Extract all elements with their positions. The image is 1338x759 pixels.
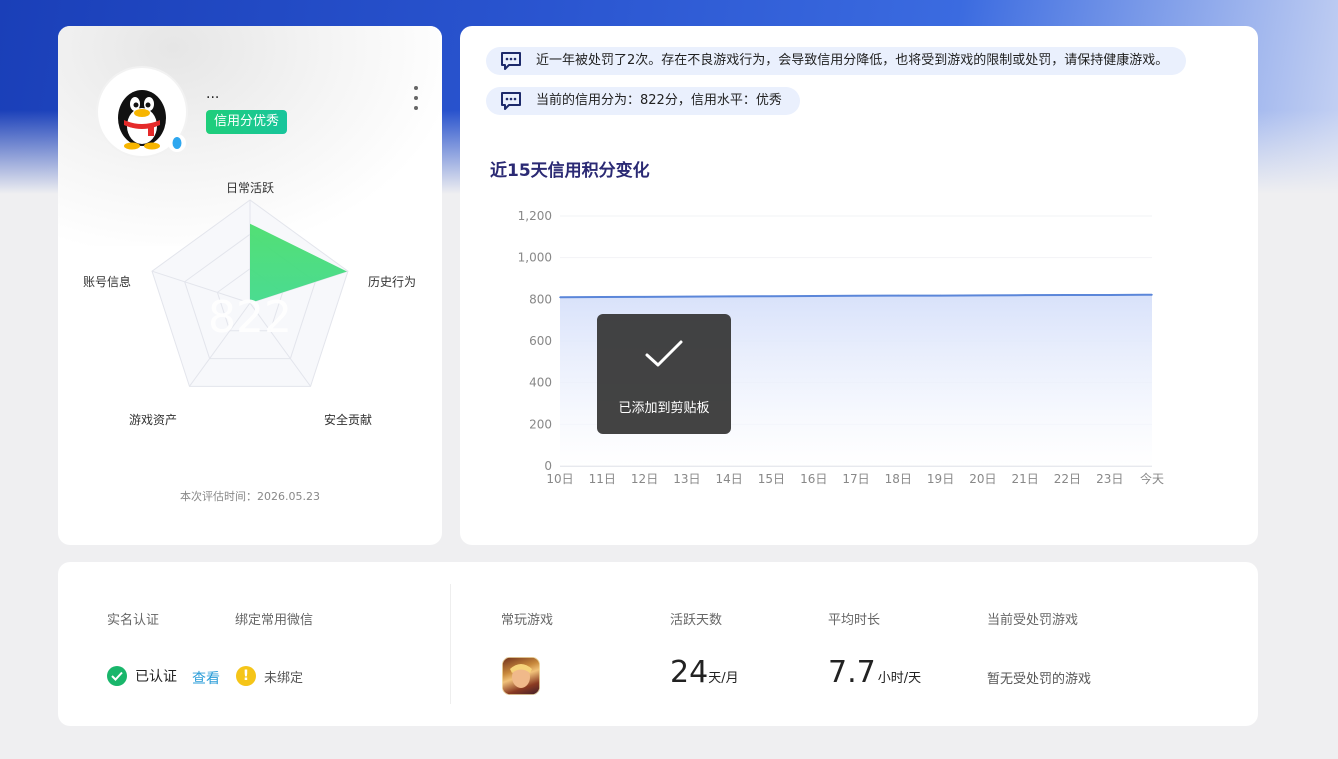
x-tick-label: 10日 (546, 472, 573, 486)
active-days-number: 24 (670, 655, 709, 690)
x-tick-label: 12日 (631, 472, 658, 486)
credit-trend-chart: 0 200 400 600 800 1,000 1,200 10日 11日 12日 13日 14日 15… (518, 209, 1164, 486)
avg-time-label: 平均时长 (828, 613, 881, 628)
warning-icon: ! (236, 666, 256, 686)
data-point (770, 295, 773, 298)
active-days-label: 活跃天数 (670, 613, 723, 628)
data-point (686, 295, 688, 298)
radar-axis-label: 账号信息 (83, 274, 131, 289)
x-tick-label: 16日 (800, 472, 827, 486)
chart-card: 近一年被处罚了2次。存在不良游戏行为，会导致信用分降低，也将受到游戏的限制或处罚… (460, 26, 1258, 545)
x-tick-label: 20日 (969, 472, 996, 486)
active-days-unit: 天/月 (708, 671, 739, 686)
evaluation-time: 本次评估时间：2026.05.23 (180, 490, 320, 503)
active-days-value: 24天/月 (670, 656, 739, 696)
y-tick-label: 800 (529, 292, 552, 306)
qq-badge-icon (168, 134, 186, 152)
wechat-bind-label: 绑定常用微信 (235, 613, 314, 628)
x-tick-label: 19日 (927, 472, 954, 486)
unbound-text: 未绑定 (264, 670, 304, 686)
avg-time-unit: 小时/天 (877, 671, 922, 686)
data-point (939, 294, 942, 297)
avg-time-number: 7.7 (828, 655, 876, 690)
verified-text: 已认证 (135, 669, 177, 685)
divider (450, 584, 451, 704)
x-tick-label: 18日 (885, 472, 912, 486)
y-tick-label: 600 (529, 334, 552, 348)
username: ... (206, 86, 220, 102)
data-point (1024, 294, 1026, 296)
data-point (982, 294, 984, 297)
x-tick-label: 17日 (842, 472, 869, 486)
avg-time-value: 7.7 小时/天 (828, 656, 921, 696)
y-tick-label: 1,000 (518, 251, 552, 265)
radar-axis-label: 历史行为 (368, 275, 416, 289)
data-point (1108, 294, 1111, 296)
data-point (855, 294, 857, 297)
x-tick-label: 13日 (673, 472, 700, 486)
penalty-games-label: 当前受处罚游戏 (987, 613, 1079, 628)
x-tick-label: 23日 (1096, 472, 1123, 486)
data-point (559, 296, 561, 299)
radar-axis-label: 游戏资产 (129, 413, 177, 427)
data-point (1151, 293, 1153, 296)
data-point (897, 294, 900, 297)
toast-message: 已添加到剪贴板 (618, 401, 710, 416)
x-tick-label: 14日 (716, 472, 743, 486)
credit-score-value: 822 (208, 292, 292, 343)
x-tick-label: 21日 (1012, 472, 1039, 486)
real-name-label: 实名认证 (107, 613, 160, 628)
radar-axis-label: 日常活跃 (226, 181, 274, 195)
data-point (728, 295, 730, 298)
no-penalty-text: 暂无受处罚的游戏 (987, 672, 1092, 687)
x-tick-label: 22日 (1054, 472, 1081, 486)
credit-radar-chart: 822 日常活跃历史行为安全贡献 游戏资产 账号信息 (83, 181, 416, 427)
radar-axis-label: 安全贡献 (324, 412, 372, 427)
credit-level-badge: 信用分优秀 (206, 110, 288, 134)
profile-card: ... 信用分优秀 822 日常活跃历史行为安全贡献 游戏资产 账号信息 本次评估时… (58, 26, 442, 545)
verified-status: 已认证 (107, 666, 177, 686)
x-tick-label: 11日 (589, 472, 616, 486)
y-tick-label: 400 (529, 376, 552, 390)
data-point (1066, 294, 1069, 296)
data-point (812, 295, 815, 297)
y-tick-label: 200 (529, 417, 552, 431)
data-point (643, 296, 646, 298)
check-circle-icon (107, 666, 127, 686)
stats-card: 实名认证 绑定常用微信 已认证 查看 ! 未绑定 常玩游戏 活跃天数 24天/月… (58, 562, 1258, 726)
data-point (601, 296, 604, 298)
y-tick-label: 0 (544, 459, 552, 473)
games-label: 常玩游戏 (501, 613, 554, 628)
check-icon (645, 340, 683, 367)
wechat-unbound-status: ! 未绑定 (236, 666, 303, 686)
view-link[interactable]: 查看 (192, 668, 220, 688)
x-tick-label: 今天 (1140, 471, 1164, 486)
x-tick-label: 15日 (758, 472, 785, 486)
y-tick-label: 1,200 (518, 209, 552, 223)
more-options-button[interactable] (408, 86, 424, 110)
game-icon[interactable] (502, 657, 540, 695)
copied-toast: 已添加到剪贴板 (597, 314, 731, 434)
